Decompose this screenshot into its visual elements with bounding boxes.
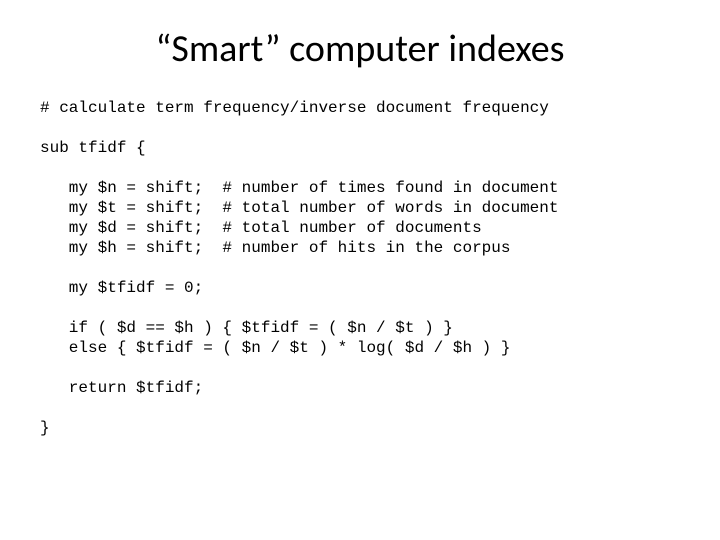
slide: “Smart” computer indexes # calculate ter…: [0, 0, 720, 540]
code-line: my $tfidf = 0;: [40, 279, 203, 297]
code-line: my $h = shift; # number of hits in the c…: [40, 239, 510, 257]
code-line: my $t = shift; # total number of words i…: [40, 199, 558, 217]
code-line: return $tfidf;: [40, 379, 203, 397]
code-block: # calculate term frequency/inverse docum…: [40, 98, 680, 438]
code-line: else { $tfidf = ( $n / $t ) * log( $d / …: [40, 339, 510, 357]
code-line: # calculate term frequency/inverse docum…: [40, 99, 549, 117]
code-line: if ( $d == $h ) { $tfidf = ( $n / $t ) }: [40, 319, 453, 337]
slide-title: “Smart” computer indexes: [40, 26, 680, 72]
code-line: my $d = shift; # total number of documen…: [40, 219, 482, 237]
code-line: sub tfidf {: [40, 139, 146, 157]
code-line: }: [40, 419, 50, 437]
code-line: my $n = shift; # number of times found i…: [40, 179, 558, 197]
